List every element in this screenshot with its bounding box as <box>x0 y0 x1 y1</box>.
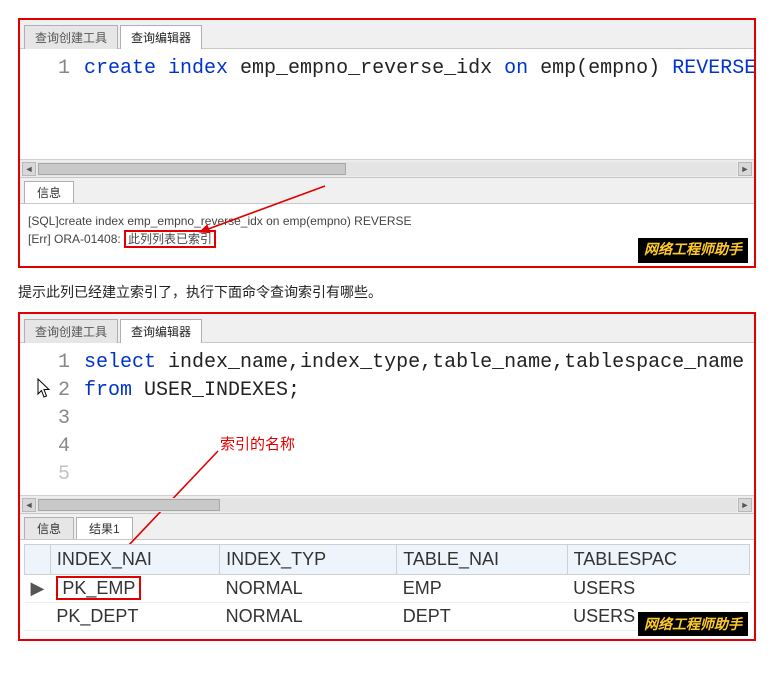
kw-reverse: REVERSE <box>672 57 754 80</box>
scroll-right-icon[interactable]: ► <box>738 498 752 512</box>
highlight-index-name: PK_EMP <box>56 576 141 600</box>
message-area-1: [SQL]create index emp_empno_reverse_idx … <box>20 204 754 266</box>
watermark-2: 网络工程师助手 <box>638 612 748 636</box>
annotation-label: 索引的名称 <box>220 435 295 456</box>
cell-index-type: NORMAL <box>220 603 397 631</box>
editor-tabs-2: 查询创建工具 查询编辑器 <box>20 314 754 343</box>
line-no: 4 <box>20 433 70 461</box>
kw-on: on <box>504 57 528 80</box>
code-editor-2[interactable]: 1 2 3 4 5 select index_name,index_type,t… <box>20 343 754 495</box>
select-cols: index_name,index_type,table_name,tablesp… <box>168 351 744 374</box>
code-text-2[interactable]: select index_name,index_type,table_name,… <box>80 343 754 473</box>
line-gutter-2: 1 2 3 4 5 <box>20 343 80 495</box>
editor-tabs-1: 查询创建工具 查询编辑器 <box>20 20 754 49</box>
cell-table-name: DEPT <box>397 603 567 631</box>
col-tablespace[interactable]: TABLESPAC <box>567 545 749 575</box>
line-gutter-1: 1 <box>20 49 80 159</box>
result-tabs-2: 信息 结果1 <box>20 513 754 540</box>
scroll-left-icon[interactable]: ◄ <box>22 498 36 512</box>
caption-text: 提示此列已经建立索引了，执行下面命令查询索引有哪些。 <box>18 282 756 302</box>
scroll-track-1[interactable] <box>37 162 737 176</box>
row-marker <box>25 603 51 631</box>
msg-sql-echo: [SQL]create index emp_empno_reverse_idx … <box>28 212 746 230</box>
kw-create: create index <box>84 57 228 80</box>
tab-query-editor-1[interactable]: 查询编辑器 <box>120 25 202 49</box>
cell-table-name: EMP <box>397 575 567 603</box>
table-row[interactable]: ▶ PK_EMP NORMAL EMP USERS <box>25 575 750 603</box>
kw-from: from <box>84 379 132 402</box>
col-index-name[interactable]: INDEX_NAI <box>50 545 219 575</box>
h-scrollbar-1[interactable]: ◄ ► <box>20 159 754 177</box>
cell-index-name: PK_DEPT <box>50 603 219 631</box>
scroll-right-icon[interactable]: ► <box>738 162 752 176</box>
index-target: emp(empno) <box>540 57 660 80</box>
scroll-thumb-2[interactable] <box>38 499 220 511</box>
tab-query-editor-2[interactable]: 查询编辑器 <box>120 319 202 343</box>
index-name: emp_empno_reverse_idx <box>240 57 492 80</box>
tab-query-builder-2[interactable]: 查询创建工具 <box>24 319 118 343</box>
line-no: 1 <box>20 349 70 377</box>
cell-index-type: NORMAL <box>220 575 397 603</box>
h-scrollbar-2[interactable]: ◄ ► <box>20 495 754 513</box>
scroll-left-icon[interactable]: ◄ <box>22 162 36 176</box>
scroll-track-2[interactable] <box>37 498 737 512</box>
tab-result-2[interactable]: 结果1 <box>76 517 133 539</box>
kw-select: select <box>84 351 156 374</box>
tab-info-1[interactable]: 信息 <box>24 181 74 203</box>
tab-info-2[interactable]: 信息 <box>24 517 74 539</box>
col-table-name[interactable]: TABLE_NAI <box>397 545 567 575</box>
line-no: 2 <box>20 377 70 405</box>
row-marker: ▶ <box>25 575 51 603</box>
results-area: INDEX_NAI INDEX_TYP TABLE_NAI TABLESPAC … <box>20 540 754 639</box>
code-text-1[interactable]: create index emp_empno_reverse_idx on em… <box>80 49 754 159</box>
cell-tablespace: USERS <box>567 575 749 603</box>
tab-query-builder-1[interactable]: 查询创建工具 <box>24 25 118 49</box>
line-no: 3 <box>20 405 70 433</box>
msg-error-highlight: 此列列表已索引 <box>124 230 216 248</box>
line-no: 5 <box>20 461 70 489</box>
msg-error-prefix: [Err] ORA-01408: <box>28 232 124 246</box>
message-tabs-1: 信息 <box>20 177 754 204</box>
code-editor-1[interactable]: 1 create index emp_empno_reverse_idx on … <box>20 49 754 159</box>
scroll-thumb-1[interactable] <box>38 163 346 175</box>
cell-index-name: PK_EMP <box>50 575 219 603</box>
sql-panel-1: 查询创建工具 查询编辑器 1 create index emp_empno_re… <box>18 18 756 268</box>
watermark-1: 网络工程师助手 <box>638 238 748 263</box>
row-marker-header <box>25 545 51 575</box>
line-no: 1 <box>20 55 70 83</box>
from-table: USER_INDEXES; <box>144 379 300 402</box>
col-index-type[interactable]: INDEX_TYP <box>220 545 397 575</box>
sql-panel-2: 查询创建工具 查询编辑器 1 2 3 4 5 select index_name… <box>18 312 756 641</box>
